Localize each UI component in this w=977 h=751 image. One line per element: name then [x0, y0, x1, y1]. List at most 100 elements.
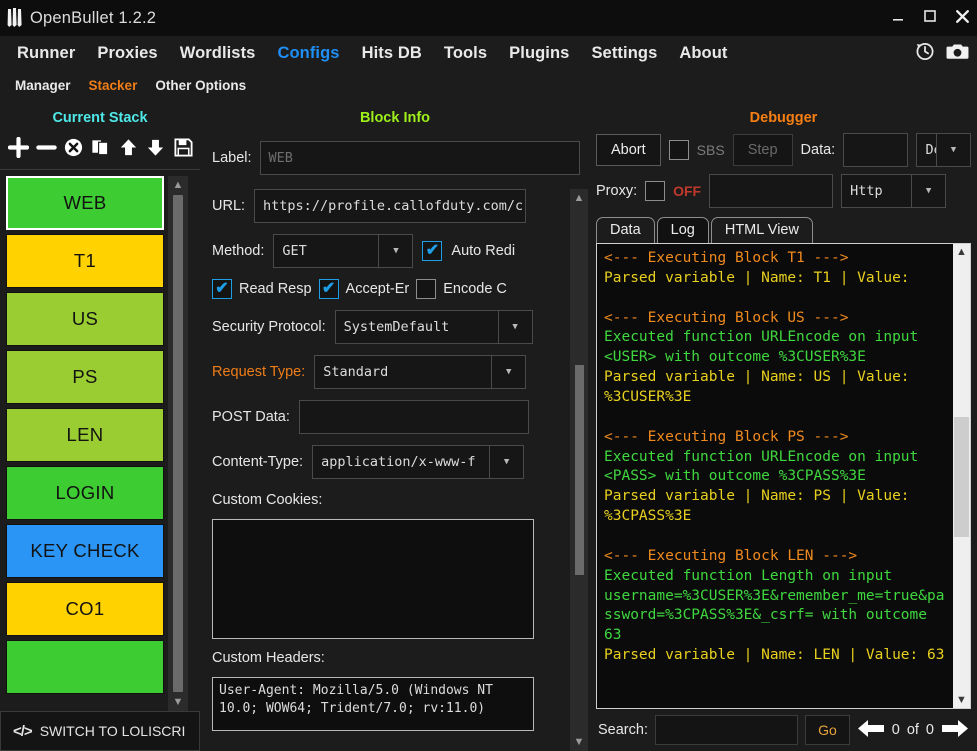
accept-encoding-checkbox[interactable] [318, 279, 339, 299]
clone-block-button[interactable] [90, 135, 111, 159]
block-info-form: URL: https://profile.callofduty.com/c Me… [200, 189, 566, 751]
data-input[interactable] [843, 133, 909, 167]
stack-block-key-check[interactable]: KEY CHECK [6, 524, 164, 578]
encode-content-label: Encode C [443, 281, 507, 297]
search-input[interactable] [654, 715, 799, 745]
block-info-body: URL: https://profile.callofduty.com/c Me… [200, 189, 590, 751]
stack-block-co1[interactable]: CO1 [6, 582, 164, 636]
content-type-select[interactable]: application/x-www-f ▼ [312, 445, 525, 479]
menu-item-plugins[interactable]: Plugins [498, 44, 580, 63]
app-logo-icon [0, 7, 30, 29]
block-label: LOGIN [55, 482, 115, 503]
stack-block-us[interactable]: US [6, 292, 164, 346]
delete-block-button[interactable] [63, 135, 84, 159]
add-block-button[interactable] [8, 135, 30, 159]
stack-block-login[interactable]: LOGIN [6, 466, 164, 520]
menu-item-proxies[interactable]: Proxies [86, 44, 168, 63]
method-select[interactable]: GET ▼ [273, 234, 414, 268]
log-search-bar: Search: Go 0 of 0 [590, 709, 977, 751]
stack-block-len[interactable]: LEN [6, 408, 164, 462]
scroll-up-icon[interactable]: ▲ [956, 246, 967, 258]
switch-to-loliscript-button[interactable]: </> SWITCH TO LOLISCRI [0, 711, 200, 751]
security-protocol-select[interactable]: SystemDefault ▼ [334, 310, 533, 344]
proxy-state-label: OFF [673, 183, 702, 199]
proxy-checkbox[interactable] [645, 181, 666, 201]
custom-headers-textarea[interactable]: User-Agent: Mozilla/5.0 (Windows NT 10.0… [212, 677, 534, 731]
menu-item-settings[interactable]: Settings [580, 44, 668, 63]
read-response-checkbox[interactable] [212, 279, 232, 299]
scroll-up-icon[interactable]: ▲ [574, 192, 585, 204]
step-button[interactable]: Step [732, 134, 793, 166]
proxy-input[interactable] [709, 174, 834, 208]
current-stack-title: Current Stack [52, 110, 148, 126]
remove-block-button[interactable] [35, 135, 57, 159]
save-stack-button[interactable] [173, 135, 194, 159]
log-scrollbar[interactable]: ▲ ▼ [953, 244, 970, 708]
security-protocol-row: Security Protocol: SystemDefault ▼ [212, 310, 566, 344]
move-down-button[interactable] [145, 135, 166, 159]
label-input[interactable]: WEB [259, 141, 580, 175]
submenu-item-manager[interactable]: Manager [6, 78, 80, 93]
scrollbar-thumb[interactable] [954, 417, 969, 537]
url-row: URL: https://profile.callofduty.com/c [212, 189, 566, 223]
maximize-icon[interactable] [922, 8, 938, 28]
url-caption: URL: [212, 198, 246, 214]
search-match-current: 0 [891, 722, 900, 738]
content-type-caption: Content-Type: [212, 454, 304, 470]
close-icon[interactable] [954, 8, 971, 29]
stack-scrollbar[interactable]: ▲ ▼ [168, 176, 188, 711]
url-input[interactable]: https://profile.callofduty.com/c [254, 189, 527, 223]
sbs-checkbox[interactable] [668, 140, 689, 160]
tab-data[interactable]: Data [596, 217, 655, 243]
menu-item-wordlists[interactable]: Wordlists [169, 44, 267, 63]
menu-item-configs[interactable]: Configs [266, 44, 350, 63]
stack-block-web[interactable]: WEB [6, 176, 164, 230]
post-data-caption: POST Data: [212, 409, 290, 425]
request-type-select[interactable]: Standard ▼ [314, 355, 527, 389]
submenu-item-other-options[interactable]: Other Options [146, 78, 255, 93]
search-prev-icon[interactable] [857, 719, 885, 742]
menu-item-about[interactable]: About [668, 44, 738, 63]
debugger-controls: Abort SBS Step Data: De ▼ Proxy: OFF Htt… [590, 133, 977, 208]
tab-html-view[interactable]: HTML View [710, 217, 813, 243]
debugger-log-box: <--- Executing Block T1 ---> Parsed varia… [596, 243, 971, 709]
method-value: GET [282, 243, 307, 259]
data-type-select[interactable]: De ▼ [916, 133, 971, 167]
scrollbar-thumb[interactable] [574, 365, 584, 575]
post-data-input[interactable] [298, 400, 529, 434]
scroll-down-icon[interactable]: ▼ [956, 694, 967, 706]
search-next-icon[interactable] [941, 719, 969, 742]
scroll-down-icon[interactable]: ▼ [574, 736, 585, 748]
minimize-icon[interactable] [890, 8, 906, 28]
menu-item-runner[interactable]: Runner [6, 44, 86, 63]
block-info-scrollbar[interactable]: ▲ ▼ [570, 189, 588, 751]
block-label: LEN [66, 424, 104, 445]
search-go-button[interactable]: Go [805, 715, 850, 745]
stack-block-next[interactable] [6, 640, 164, 694]
chevron-down-icon: ▼ [936, 134, 970, 166]
submenu-item-stacker[interactable]: Stacker [80, 78, 147, 93]
debugger-tabs: Data Log HTML View [590, 208, 977, 243]
log-line: Executed function URLEncode on input <US… [604, 329, 928, 366]
menu-item-tools[interactable]: Tools [433, 44, 498, 63]
log-line: Parsed variable | Name: LEN | Value: 63 [604, 647, 945, 664]
accept-encoding-label: Accept-Er [345, 281, 410, 297]
move-up-button[interactable] [118, 135, 139, 159]
scroll-up-icon[interactable]: ▲ [173, 179, 184, 191]
clock-history-icon[interactable] [914, 40, 936, 67]
custom-cookies-textarea[interactable] [212, 519, 534, 639]
scrollbar-thumb[interactable] [173, 195, 183, 692]
proxy-type-select[interactable]: Http ▼ [841, 174, 947, 208]
scroll-down-icon[interactable]: ▼ [173, 696, 184, 708]
encode-content-checkbox[interactable] [416, 279, 437, 299]
log-line: Parsed variable | Name: PS | Value: %3CP… [604, 488, 919, 525]
abort-button[interactable]: Abort [596, 134, 661, 166]
stack-block-t1[interactable]: T1 [6, 234, 164, 288]
menu-item-hits-db[interactable]: Hits DB [351, 44, 433, 63]
auto-redirect-checkbox[interactable] [422, 241, 443, 261]
stack-block-ps[interactable]: PS [6, 350, 164, 404]
tab-log[interactable]: Log [656, 217, 709, 243]
camera-icon[interactable] [946, 41, 969, 66]
stack-block-list[interactable]: WEB T1 US PS LEN LOGIN KEY CHECK CO1 [6, 176, 164, 711]
